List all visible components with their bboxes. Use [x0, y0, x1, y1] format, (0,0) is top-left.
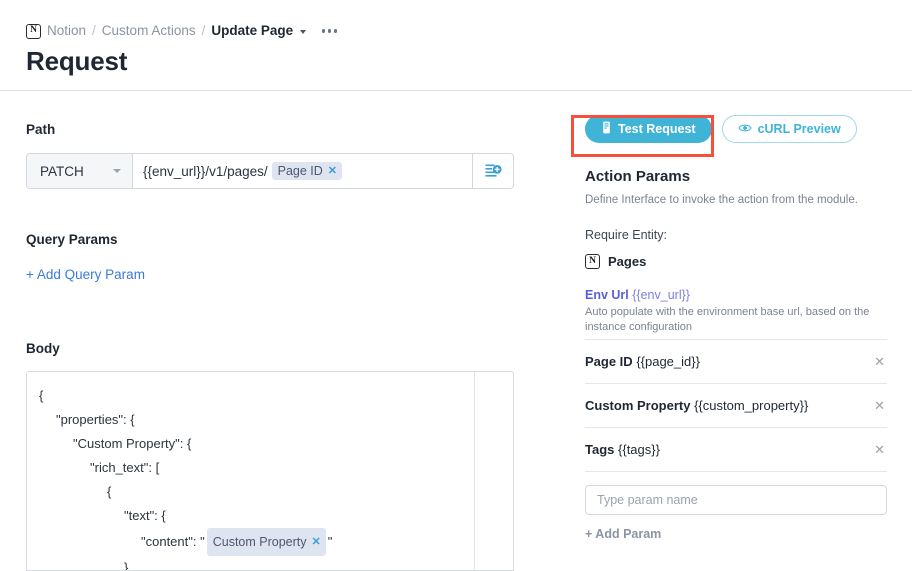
body-code-line: "properties": { — [39, 408, 474, 432]
code-text: "content": " — [141, 534, 205, 549]
env-url-variable: {{env_url}} — [632, 288, 690, 302]
param-row[interactable]: Tags {{tags}} ✕ — [585, 427, 887, 471]
http-method-select[interactable]: PATCH — [27, 154, 133, 188]
param-variable-text: {{tags}} — [618, 442, 660, 457]
body-code-line: "text": { — [39, 504, 474, 528]
close-icon[interactable]: ✕ — [872, 398, 887, 414]
add-param-link[interactable]: + Add Param — [585, 527, 661, 541]
body-code-line: { — [39, 384, 474, 408]
body-code-line: "content": " Custom Property ✕ " — [39, 528, 474, 556]
body-code-area[interactable]: { "properties": { "Custom Property": { "ric… — [27, 372, 474, 570]
flask-icon — [601, 121, 612, 137]
curl-preview-button-label: cURL Preview — [757, 122, 841, 136]
request-config-panel: Path PATCH {{env_url}}/v1/pages/ Page ID… — [0, 90, 560, 571]
param-variable-text: {{custom_property}} — [694, 398, 809, 413]
param-label: Tags {{tags}} — [585, 442, 660, 457]
body-json-editor[interactable]: { "properties": { "Custom Property": { "ric… — [26, 371, 514, 571]
body-code-line: "Custom Property": { — [39, 432, 474, 456]
body-code-line: } — [39, 556, 474, 570]
eye-icon — [737, 122, 752, 136]
param-name-text: Tags — [585, 442, 615, 457]
close-icon[interactable]: ✕ — [872, 442, 887, 458]
body-param-chip[interactable]: Custom Property ✕ — [206, 528, 326, 556]
param-row[interactable]: Custom Property {{custom_property}} ✕ — [585, 383, 887, 427]
notion-logo-icon: N — [26, 23, 41, 39]
param-name-text: Custom Property — [585, 398, 691, 413]
body-code-line: { — [39, 480, 474, 504]
env-url-block: Env Url {{env_url}} Auto populate with t… — [585, 288, 887, 335]
path-section-label: Path — [26, 122, 56, 137]
require-entity-row: N Pages — [585, 254, 646, 269]
path-param-chip[interactable]: Page ID ✕ — [271, 162, 342, 180]
action-params-description: Define Interface to invoke the action fr… — [585, 194, 858, 206]
body-section-label: Body — [26, 341, 60, 356]
action-params-panel: Test Request cURL Preview Action Params … — [560, 90, 912, 563]
code-text: { — [39, 388, 44, 403]
body-code-line: "rich_text": [ — [39, 456, 474, 480]
test-request-button[interactable]: Test Request — [585, 115, 712, 143]
breadcrumb-separator: / — [92, 23, 96, 38]
action-buttons-row: Test Request cURL Preview — [585, 115, 857, 143]
params-list-divider — [585, 471, 887, 472]
test-request-button-label: Test Request — [618, 122, 696, 136]
breadcrumb-separator: / — [201, 23, 206, 38]
close-icon[interactable]: ✕ — [328, 165, 337, 177]
kebab-menu-icon[interactable] — [322, 29, 337, 33]
chevron-down-icon[interactable] — [300, 30, 307, 34]
close-icon[interactable]: ✕ — [312, 536, 321, 548]
env-url-name: Env Url — [585, 288, 629, 302]
code-text: { — [107, 484, 112, 499]
code-text: "Custom Property": { — [73, 436, 192, 451]
code-text: } — [124, 560, 129, 570]
http-method-value: PATCH — [40, 163, 84, 179]
code-text: "properties": { — [56, 412, 135, 427]
page-title: Request — [26, 46, 128, 76]
breadcrumb-item-custom-actions[interactable]: Custom Actions — [102, 22, 196, 40]
param-name-text: Page ID — [585, 354, 633, 369]
close-icon[interactable]: ✕ — [872, 354, 887, 370]
param-label: Page ID {{page_id}} — [585, 354, 700, 369]
param-variable-text: {{page_id}} — [636, 354, 700, 369]
param-label: Custom Property {{custom_property}} — [585, 398, 808, 413]
code-text: " — [327, 534, 333, 549]
code-text: "text": { — [124, 508, 166, 523]
curl-preview-button[interactable]: cURL Preview — [721, 115, 857, 143]
require-entity-name: Pages — [608, 254, 647, 269]
path-input[interactable]: {{env_url}}/v1/pages/ Page ID ✕ — [133, 154, 472, 188]
breadcrumb-item-notion[interactable]: Notion — [47, 22, 86, 40]
page-header: N Notion / Custom Actions / Update Page … — [0, 0, 912, 91]
notion-logo-icon: N — [585, 254, 600, 269]
code-text: "rich_text": [ — [90, 460, 160, 475]
path-param-chip-label: Page ID — [277, 164, 323, 178]
query-params-section-label: Query Params — [26, 232, 118, 247]
breadcrumb: N Notion / Custom Actions / Update Page — [26, 22, 337, 40]
insert-variable-icon[interactable] — [472, 154, 513, 188]
chevron-down-icon — [113, 169, 121, 173]
env-url-title[interactable]: Env Url {{env_url}} — [585, 288, 887, 302]
path-url-text: {{env_url}}/v1/pages/ — [143, 163, 268, 179]
breadcrumb-item-update-page[interactable]: Update Page — [211, 22, 293, 40]
add-query-param-link[interactable]: + Add Query Param — [26, 267, 145, 282]
path-field-row: PATCH {{env_url}}/v1/pages/ Page ID ✕ — [26, 153, 514, 189]
param-name-input[interactable] — [585, 485, 887, 515]
param-row[interactable]: Page ID {{page_id}} ✕ — [585, 339, 887, 383]
body-param-chip-label: Custom Property — [212, 535, 307, 549]
body-editor-gutter — [474, 372, 513, 570]
action-params-title: Action Params — [585, 168, 691, 185]
require-entity-label: Require Entity: — [585, 228, 667, 242]
env-url-description: Auto populate with the environment base … — [585, 306, 870, 333]
